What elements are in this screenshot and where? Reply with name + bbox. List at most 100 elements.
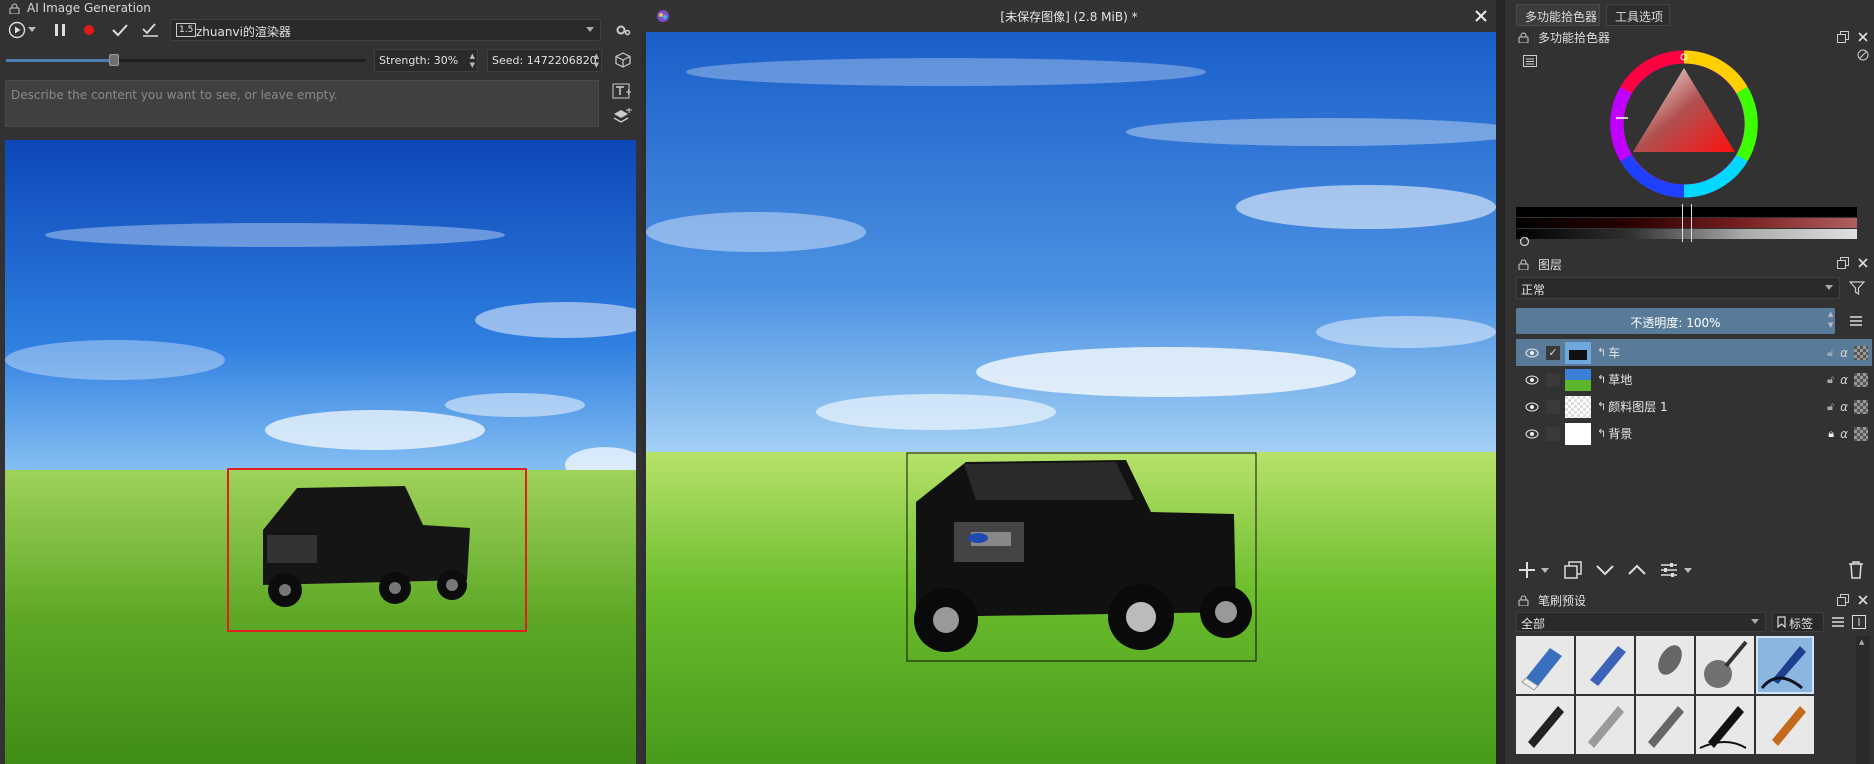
move-layer-up-icon[interactable] bbox=[1626, 560, 1648, 580]
generate-play-icon[interactable] bbox=[6, 20, 28, 40]
layer-name: 车 bbox=[1608, 346, 1621, 360]
brush-preset-fountain-pen[interactable] bbox=[1696, 696, 1754, 754]
layer-checkbox[interactable] bbox=[1546, 426, 1560, 441]
lock-icon[interactable]: 🔓︎ bbox=[1827, 346, 1834, 360]
brush-grid-scrollbar[interactable]: ▲ bbox=[1856, 636, 1870, 764]
layer-checkbox[interactable] bbox=[1546, 399, 1560, 414]
alpha-lock-icon[interactable]: α bbox=[1840, 400, 1848, 414]
eye-icon[interactable] bbox=[1522, 348, 1542, 358]
brush-tag-filter-select[interactable]: 全部 bbox=[1516, 612, 1766, 632]
color-wheel[interactable] bbox=[1608, 48, 1760, 200]
eye-icon[interactable] bbox=[1522, 402, 1542, 412]
spin-arrows-icon[interactable]: ▲ ▼ bbox=[594, 52, 599, 70]
brush-preset-airbrush[interactable] bbox=[1696, 636, 1754, 694]
tab-color-selector[interactable]: 多功能拾色器 bbox=[1516, 4, 1600, 26]
opacity-slider[interactable]: 不透明度: 100% bbox=[1516, 308, 1835, 334]
trash-icon[interactable] bbox=[1846, 560, 1866, 580]
brush-preset-blender[interactable] bbox=[1636, 636, 1694, 694]
record-icon[interactable] bbox=[82, 23, 96, 37]
accept-all-icon[interactable] bbox=[141, 21, 159, 39]
layer-row[interactable]: ✓ ↰ 车 🔓︎ α bbox=[1516, 339, 1872, 366]
menu-lines-icon[interactable] bbox=[1830, 614, 1846, 630]
spin-arrows-icon[interactable]: ▲ ▼ bbox=[470, 52, 475, 70]
tab-tool-options[interactable]: 工具选项 bbox=[1606, 4, 1670, 26]
float-docker-icon[interactable] bbox=[1836, 593, 1850, 607]
inherit-alpha-icon[interactable] bbox=[1854, 399, 1868, 414]
seed-spinbox[interactable]: Seed: 1472206820 ▲ ▼ bbox=[487, 49, 602, 72]
eye-icon[interactable] bbox=[1522, 429, 1542, 439]
canvas-image[interactable] bbox=[646, 32, 1496, 764]
brush-preset-paint-brush[interactable] bbox=[1756, 696, 1814, 754]
panel-splitter[interactable] bbox=[1496, 0, 1505, 764]
layer-properties-icon[interactable] bbox=[1658, 560, 1680, 580]
float-docker-icon[interactable] bbox=[1836, 256, 1850, 270]
no-color-icon[interactable] bbox=[1856, 48, 1870, 62]
filter-icon[interactable] bbox=[1848, 279, 1866, 297]
view-mode-icon[interactable] bbox=[1851, 614, 1867, 630]
close-icon[interactable] bbox=[1856, 593, 1870, 607]
lock-icon[interactable] bbox=[1517, 258, 1529, 270]
settings-gears-icon[interactable] bbox=[613, 20, 633, 40]
add-control-layer-icon[interactable] bbox=[611, 107, 633, 125]
chevron-down-icon[interactable] bbox=[1683, 566, 1693, 576]
lock-icon[interactable] bbox=[8, 2, 20, 14]
layer-checkbox[interactable] bbox=[1546, 372, 1560, 387]
style-name: zhuanvi的渲染器 bbox=[196, 25, 291, 39]
brush-preset-eraser[interactable] bbox=[1516, 636, 1574, 694]
alpha-lock-icon[interactable]: α bbox=[1840, 373, 1848, 387]
strength-slider-handle[interactable] bbox=[109, 54, 119, 66]
inherit-alpha-icon[interactable] bbox=[1854, 372, 1868, 387]
scroll-up-icon[interactable]: ▲ bbox=[1859, 638, 1864, 646]
lock-icon[interactable]: 🔒︎ bbox=[1828, 427, 1834, 441]
layer-row[interactable]: ↰ 草地 🔓︎ α bbox=[1516, 366, 1872, 393]
lock-icon[interactable]: 🔓︎ bbox=[1827, 373, 1834, 387]
tab-label: 多功能拾色器 bbox=[1525, 10, 1598, 24]
blend-mode-select[interactable]: 正常 bbox=[1516, 277, 1840, 299]
pause-icon[interactable] bbox=[52, 21, 68, 39]
layer-row[interactable]: ↰ 颜料图层 1 🔓︎ α bbox=[1516, 393, 1872, 420]
opacity-value: 不透明度: 100% bbox=[1630, 316, 1721, 330]
lock-icon[interactable]: 🔓︎ bbox=[1827, 400, 1834, 414]
color-docker-title: 多功能拾色器 bbox=[1538, 31, 1611, 45]
layer-checkbox[interactable]: ✓ bbox=[1546, 345, 1560, 360]
prompt-placeholder: Describe the content you want to see, or… bbox=[11, 88, 338, 102]
brush-preset-pencil-black[interactable] bbox=[1516, 696, 1574, 754]
layers-docker-title: 图层 bbox=[1538, 258, 1563, 272]
chevron-down-icon[interactable] bbox=[27, 24, 37, 36]
alpha-lock-icon[interactable]: α bbox=[1840, 346, 1848, 360]
add-text-prompt-icon[interactable] bbox=[611, 82, 633, 100]
duplicate-layer-icon[interactable] bbox=[1562, 560, 1584, 580]
close-icon[interactable] bbox=[1856, 30, 1870, 44]
move-layer-down-icon[interactable] bbox=[1594, 560, 1616, 580]
refresh-icon[interactable] bbox=[1518, 235, 1530, 247]
layer-row[interactable]: ↰ 背景 🔒︎ α bbox=[1516, 420, 1872, 447]
brush-preset-blue-pen[interactable] bbox=[1576, 636, 1634, 694]
style-select[interactable]: 1.5 zhuanvi的渲染器 bbox=[170, 19, 601, 41]
brush-preset-ink-selected[interactable] bbox=[1756, 636, 1814, 694]
lock-icon[interactable] bbox=[1517, 31, 1529, 43]
chevron-down-icon[interactable] bbox=[1540, 566, 1550, 576]
color-bar-indicator bbox=[1682, 204, 1692, 242]
accept-check-icon[interactable] bbox=[111, 21, 129, 39]
generated-preview-image[interactable] bbox=[5, 140, 636, 764]
prompt-textarea[interactable]: Describe the content you want to see, or… bbox=[5, 80, 599, 127]
tag-button[interactable]: 标签 bbox=[1772, 612, 1824, 632]
color-settings-icon[interactable] bbox=[1522, 54, 1538, 68]
inherit-alpha-icon[interactable] bbox=[1854, 345, 1868, 360]
seed-cube-icon[interactable] bbox=[613, 50, 633, 70]
menu-lines-icon[interactable] bbox=[1848, 313, 1864, 329]
close-icon[interactable] bbox=[1856, 256, 1870, 270]
close-icon[interactable] bbox=[1473, 8, 1489, 24]
lock-icon[interactable] bbox=[1517, 594, 1529, 606]
document-title-bar: [未保存图像] (2.8 MiB) * bbox=[642, 0, 1496, 32]
alpha-lock-icon[interactable]: α bbox=[1840, 427, 1848, 441]
inherit-alpha-icon[interactable] bbox=[1854, 426, 1868, 441]
brush-preset-marker[interactable] bbox=[1636, 696, 1694, 754]
eye-icon[interactable] bbox=[1522, 375, 1542, 385]
strength-slider[interactable] bbox=[6, 59, 366, 62]
add-layer-icon[interactable] bbox=[1516, 560, 1538, 580]
float-docker-icon[interactable] bbox=[1836, 30, 1850, 44]
strength-spinbox[interactable]: Strength: 30% ▲ ▼ bbox=[374, 49, 478, 72]
spin-arrows-icon[interactable]: ▲ ▼ bbox=[1828, 309, 1833, 331]
brush-preset-pencil-grey[interactable] bbox=[1576, 696, 1634, 754]
